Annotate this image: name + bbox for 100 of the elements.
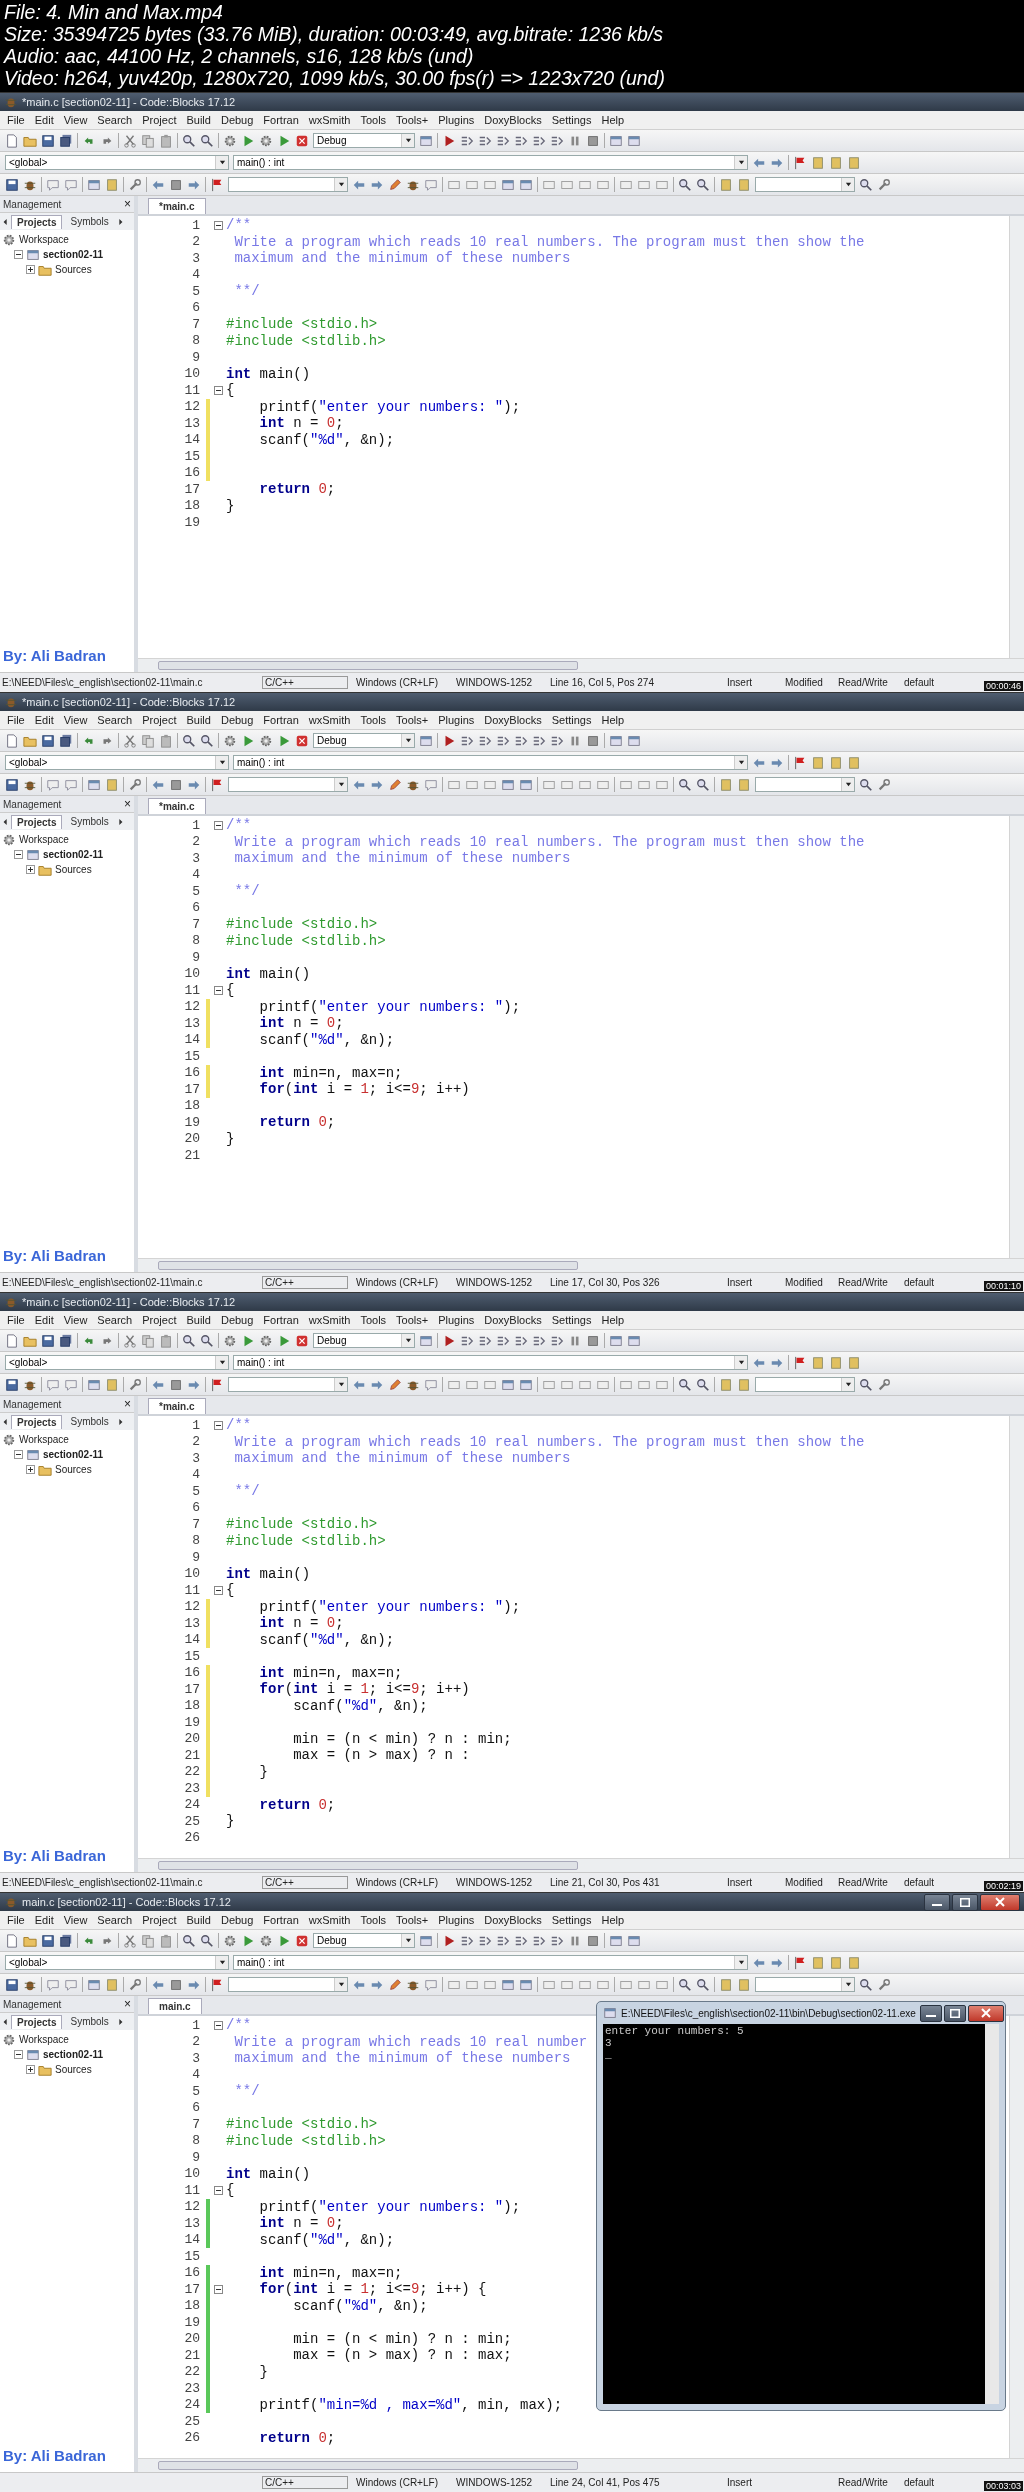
menu-item[interactable]: Plugins xyxy=(433,714,480,726)
scissors-icon[interactable] xyxy=(123,733,137,748)
menu-item[interactable]: Edit xyxy=(29,714,59,726)
tree-item[interactable]: Workspace xyxy=(19,2034,69,2045)
expand-icon[interactable] xyxy=(26,2065,35,2074)
menu-item[interactable]: wxSmith xyxy=(303,1914,356,1926)
window-icon[interactable] xyxy=(519,177,533,192)
vertical-scrollbar[interactable] xyxy=(1009,1416,1024,1858)
menu-item[interactable]: Plugins xyxy=(433,1914,480,1926)
window-icon[interactable] xyxy=(609,133,623,148)
menu-item[interactable]: View xyxy=(58,1914,93,1926)
menu-item[interactable]: View xyxy=(58,1314,93,1326)
gear-icon[interactable] xyxy=(223,133,237,148)
clipboard-icon[interactable] xyxy=(159,733,173,748)
scissors-icon[interactable] xyxy=(123,1333,137,1348)
menu-item[interactable]: Tools+ xyxy=(391,1914,434,1926)
close-button[interactable]: × xyxy=(124,1397,131,1411)
search-dropdown[interactable] xyxy=(228,1377,348,1392)
stop-icon[interactable] xyxy=(295,733,309,748)
close-button[interactable]: × xyxy=(124,1997,131,2011)
panel-tab[interactable]: Symbols xyxy=(64,1414,115,1429)
search-icon[interactable] xyxy=(182,133,196,148)
menu-item[interactable]: Plugins xyxy=(433,114,480,126)
stop-icon[interactable] xyxy=(586,133,600,148)
expand-icon[interactable] xyxy=(26,865,35,874)
tree-item[interactable]: section02-11 xyxy=(43,1449,104,1460)
flag-icon[interactable] xyxy=(793,1955,807,1970)
stop-icon[interactable] xyxy=(169,777,183,792)
wrench-icon[interactable] xyxy=(877,1977,891,1992)
minimize-button[interactable] xyxy=(924,1893,950,1911)
page-icon[interactable] xyxy=(5,1333,19,1348)
menu-item[interactable]: Project xyxy=(137,114,182,126)
tree-item[interactable]: section02-11 xyxy=(43,249,104,260)
search-icon[interactable] xyxy=(678,1377,692,1392)
flag-icon[interactable] xyxy=(210,1977,224,1992)
menu-item[interactable]: File xyxy=(2,1314,30,1326)
comment-icon[interactable] xyxy=(46,1977,60,1992)
stop-icon[interactable] xyxy=(586,733,600,748)
tree-item[interactable]: Workspace xyxy=(19,234,69,245)
flag-icon[interactable] xyxy=(793,755,807,770)
menu-item[interactable]: Search xyxy=(92,714,138,726)
close-button[interactable] xyxy=(980,1893,1020,1911)
menu-item[interactable]: Build xyxy=(181,1914,216,1926)
expand-icon[interactable] xyxy=(26,265,35,274)
menu-item[interactable]: Build xyxy=(181,714,216,726)
wrench-icon[interactable] xyxy=(128,1377,142,1392)
scroll-arrow-icon[interactable] xyxy=(2,817,9,826)
menu-item[interactable]: Search xyxy=(92,114,138,126)
stop-icon[interactable] xyxy=(586,1333,600,1348)
stop-icon[interactable] xyxy=(295,1333,309,1348)
function-dropdown[interactable]: main() : int xyxy=(233,755,748,770)
collapse-icon[interactable] xyxy=(14,1450,23,1459)
function-dropdown[interactable]: main() : int xyxy=(233,155,748,170)
stop-icon[interactable] xyxy=(169,1377,183,1392)
window-icon[interactable] xyxy=(419,1933,433,1948)
search-dropdown[interactable] xyxy=(228,777,348,792)
search-icon[interactable] xyxy=(182,1333,196,1348)
search-icon[interactable] xyxy=(678,777,692,792)
tree-item[interactable]: Workspace xyxy=(19,834,69,845)
build-target-dropdown[interactable]: Debug xyxy=(313,1933,415,1948)
tree-item[interactable]: section02-11 xyxy=(43,2049,104,2060)
search-icon[interactable] xyxy=(182,1933,196,1948)
window-icon[interactable] xyxy=(501,777,515,792)
menu-item[interactable]: Help xyxy=(596,1914,630,1926)
copy-icon[interactable] xyxy=(141,733,155,748)
menu-item[interactable]: Search xyxy=(92,1314,138,1326)
vertical-scrollbar[interactable] xyxy=(1009,2016,1024,2458)
fold-toggle[interactable] xyxy=(213,2185,223,2195)
flag-icon[interactable] xyxy=(793,1355,807,1370)
horizontal-scrollbar[interactable] xyxy=(138,2458,1024,2472)
scroll-arrow-icon[interactable] xyxy=(116,2017,124,2026)
search-icon[interactable] xyxy=(696,1977,710,1992)
page-icon[interactable] xyxy=(5,1933,19,1948)
window-icon[interactable] xyxy=(627,733,641,748)
fold-toggle[interactable] xyxy=(213,385,223,395)
scroll-arrow-icon[interactable] xyxy=(2,1417,9,1426)
comment-icon[interactable] xyxy=(46,777,60,792)
panel-tab[interactable]: Symbols xyxy=(64,2014,115,2029)
panel-tab[interactable]: Symbols xyxy=(64,214,115,229)
flag-icon[interactable] xyxy=(210,1377,224,1392)
menu-item[interactable]: Debug xyxy=(215,1914,259,1926)
window-icon[interactable] xyxy=(609,1333,623,1348)
wrench-icon[interactable] xyxy=(877,1377,891,1392)
fold-toggle[interactable] xyxy=(213,985,223,995)
panel-tab[interactable]: Projects xyxy=(11,1414,63,1429)
menu-item[interactable]: Settings xyxy=(546,714,597,726)
maximize-button[interactable] xyxy=(943,2004,966,2022)
search-icon[interactable] xyxy=(678,177,692,192)
window-icon[interactable] xyxy=(609,733,623,748)
fold-toggle[interactable] xyxy=(213,2020,223,2030)
menu-item[interactable]: Build xyxy=(181,114,216,126)
window-icon[interactable] xyxy=(609,1933,623,1948)
wrench-icon[interactable] xyxy=(128,177,142,192)
collapse-icon[interactable] xyxy=(14,850,23,859)
stop-icon[interactable] xyxy=(169,177,183,192)
search-icon[interactable] xyxy=(182,733,196,748)
menu-item[interactable]: Fortran xyxy=(258,1914,304,1926)
scrollbar-thumb[interactable] xyxy=(158,661,578,670)
menu-item[interactable]: wxSmith xyxy=(303,1314,356,1326)
collapse-icon[interactable] xyxy=(14,2050,23,2059)
